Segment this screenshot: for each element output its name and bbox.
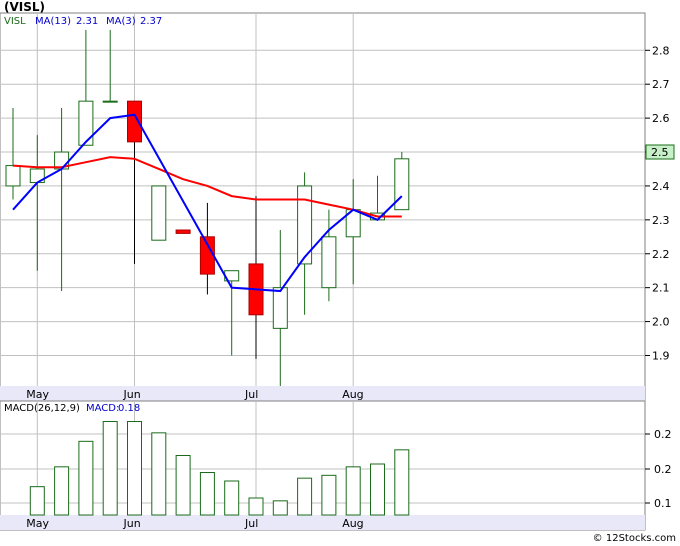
legend-ticker: VISL — [4, 16, 26, 27]
stock-chart: 2.8 2.7 2.6 2.5 2.4 2.3 2.2 2.1 2.0 1.9 May Jun Jul… — [0, 12, 675, 531]
y-tick-label: 0.1 — [654, 497, 672, 510]
macd-bar — [224, 480, 240, 516]
legend-ma13-value: 2.31 — [76, 16, 98, 27]
macd-bar — [29, 486, 45, 516]
legend-ma3-label: MA(3) — [106, 16, 136, 27]
y-tick-label: 0.2 — [654, 463, 672, 476]
macd-bar — [102, 421, 118, 516]
macd-legend-macd-value: 0.18 — [118, 403, 140, 414]
y-tick-label: 0.2 — [654, 428, 672, 441]
macd-bar — [175, 455, 191, 516]
candle-up — [272, 287, 288, 329]
macd-bar — [370, 463, 385, 516]
x-tick-label: May — [26, 388, 49, 401]
macd-y-axis: 0.2 0.2 0.1 — [654, 428, 672, 510]
y-tick-label: 2.3 — [652, 214, 670, 227]
price-panel — [0, 12, 646, 402]
y-tick-label: 2.0 — [652, 316, 670, 329]
macd-bar — [394, 449, 410, 516]
macd-bar — [78, 440, 94, 516]
macd-bar — [54, 466, 70, 516]
candle-up — [102, 100, 118, 103]
footer-credit: © 12Stocks.com — [592, 533, 676, 544]
macd-legend-macd-label: MACD: — [86, 403, 119, 414]
macd-bar — [272, 500, 288, 516]
candle-up — [78, 100, 94, 146]
last-price-label: 2.5 — [651, 146, 669, 159]
y-tick-label: 2.2 — [652, 248, 670, 261]
macd-bar — [127, 421, 142, 516]
x-tick-label: May — [26, 517, 49, 530]
x-tick-label: Jul — [244, 388, 258, 401]
candle-down — [175, 229, 191, 234]
price-y-axis: 2.8 2.7 2.6 2.5 2.4 2.3 2.2 2.1 2.0 1.9 — [652, 44, 670, 362]
macd-x-axis-band — [0, 515, 645, 530]
y-tick-label: 2.8 — [652, 44, 670, 57]
macd-legend-label: MACD(26,12,9) — [4, 403, 80, 414]
macd-bar — [248, 497, 264, 516]
legend-ma3-value: 2.37 — [140, 16, 162, 27]
x-tick-label: Aug — [342, 388, 363, 401]
price-x-axis-band — [0, 386, 645, 401]
macd-bar — [345, 466, 361, 516]
candle-up — [151, 185, 167, 241]
y-tick-label: 2.1 — [652, 282, 670, 295]
macd-bar — [297, 477, 313, 516]
x-tick-label: Aug — [342, 517, 363, 530]
y-tick-label: 2.6 — [652, 112, 670, 125]
macd-bar — [321, 474, 337, 516]
x-tick-label: Jun — [123, 388, 141, 401]
y-tick-label: 2.7 — [652, 78, 670, 91]
candle-up — [321, 236, 337, 289]
y-tick-label: 1.9 — [652, 349, 670, 362]
x-tick-label: Jul — [244, 517, 258, 530]
macd-bar — [199, 472, 215, 516]
candle-up — [5, 165, 21, 187]
x-tick-label: Jun — [123, 517, 141, 530]
y-tick-label: 2.4 — [652, 180, 670, 193]
legend-ma13-label: MA(13) — [35, 16, 71, 27]
macd-bar — [151, 432, 167, 516]
